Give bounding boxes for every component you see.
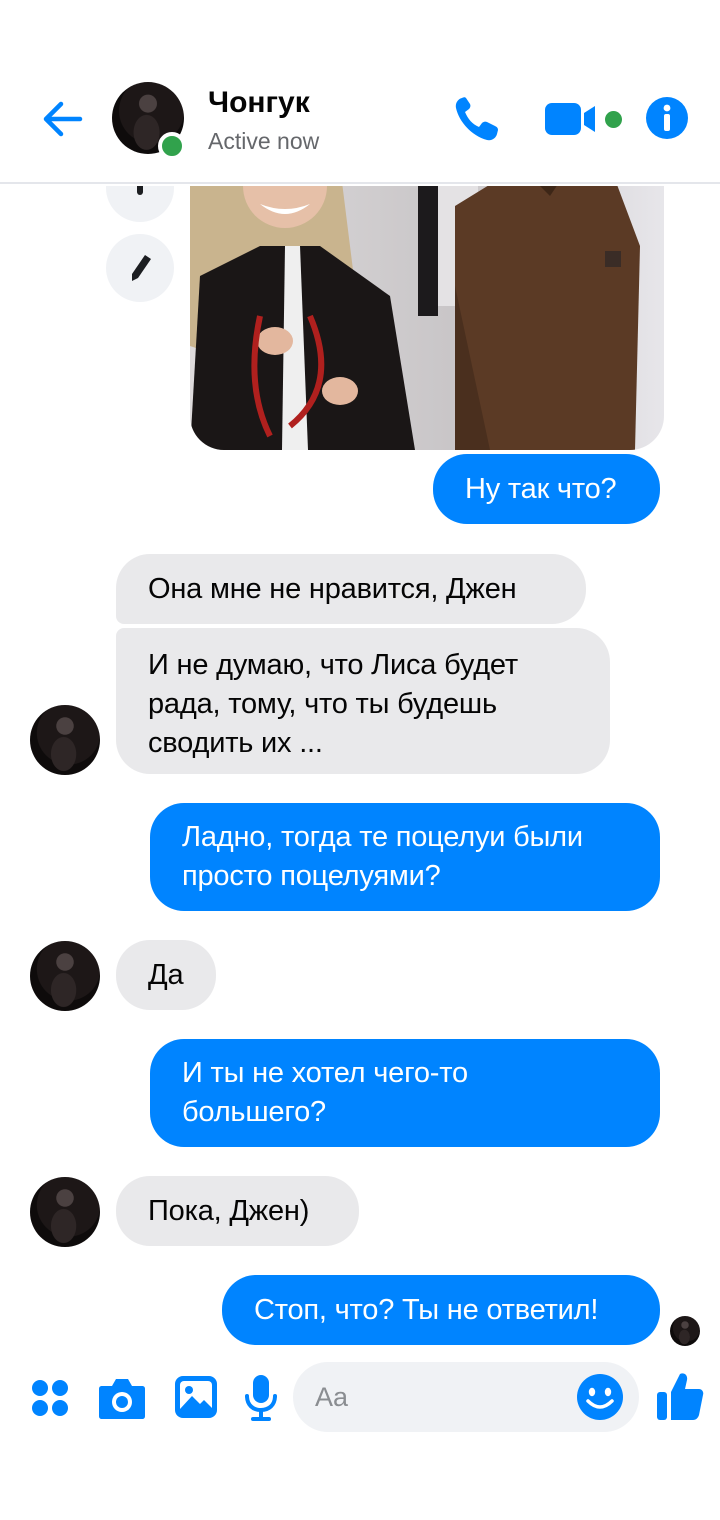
system-navigation-bar (0, 1450, 720, 1520)
edit-button[interactable] (106, 234, 174, 302)
contact-name[interactable]: Чонгук (208, 86, 310, 120)
message-incoming[interactable]: Да (116, 940, 216, 1010)
phone-icon[interactable] (452, 94, 500, 144)
message-line: рада, тому, что ты будешь (148, 688, 497, 720)
shared-photo[interactable] (190, 186, 664, 450)
contact-status: Active now (208, 128, 320, 154)
video-camera-icon[interactable] (544, 100, 602, 138)
message-input[interactable] (315, 1362, 565, 1432)
message-line: Ладно, тогда те поцелуи были (182, 821, 583, 853)
message-text: Она мне не нравится, Джен (148, 572, 517, 605)
info-icon[interactable] (645, 96, 689, 140)
contact-avatar-small[interactable] (30, 1177, 100, 1247)
message-line: просто поцелуями? (182, 860, 441, 892)
video-active-dot (605, 111, 622, 128)
message-outgoing[interactable]: Стоп, что? Ты не ответил! (222, 1275, 660, 1345)
message-line: большего? (182, 1096, 326, 1128)
camera-icon[interactable] (98, 1376, 146, 1420)
reaction-button[interactable] (106, 186, 174, 222)
message-line: И ты не хотел чего-то (182, 1057, 468, 1089)
message-incoming[interactable]: Она мне не нравится, Джен (116, 554, 586, 624)
message-text: Стоп, что? Ты не ответил! (254, 1293, 599, 1326)
back-arrow-icon[interactable] (40, 96, 86, 142)
contact-avatar-small[interactable] (30, 941, 100, 1011)
contact-avatar-small[interactable] (30, 705, 100, 775)
message-text: Ладно, тогда те поцелуи были просто поце… (182, 818, 583, 896)
gallery-icon[interactable] (174, 1374, 218, 1420)
seen-indicator-avatar (670, 1316, 700, 1346)
message-line: И не думаю, что Лиса будет (148, 649, 518, 681)
microphone-icon[interactable] (244, 1374, 278, 1422)
message-outgoing[interactable]: Ладно, тогда те поцелуи были просто поце… (150, 803, 660, 911)
message-text: Пока, Джен) (148, 1194, 310, 1227)
apps-icon[interactable] (30, 1378, 70, 1418)
message-text: И ты не хотел чего-то большего? (182, 1054, 468, 1132)
message-outgoing[interactable]: Ну так что? (433, 454, 660, 524)
message-list[interactable]: Ну так что? Она мне не нравится, Джен И … (0, 186, 720, 1350)
emoji-icon[interactable] (576, 1373, 624, 1421)
message-text: Ну так что? (465, 472, 617, 505)
message-incoming[interactable]: И не думаю, что Лиса будет рада, тому, ч… (116, 628, 610, 774)
message-input-container (293, 1362, 639, 1432)
message-outgoing[interactable]: И ты не хотел чего-то большего? (150, 1039, 660, 1147)
online-indicator (158, 132, 186, 160)
message-composer (0, 1350, 720, 1450)
pencil-icon (132, 255, 151, 281)
conversation-header: Чонгук Active now (0, 0, 720, 184)
message-incoming[interactable]: Пока, Джен) (116, 1176, 359, 1246)
message-text: Да (148, 958, 184, 991)
message-text: И не думаю, что Лиса будет рада, тому, ч… (148, 646, 518, 763)
thumbs-up-icon[interactable] (656, 1370, 704, 1422)
message-line: сводить их ... (148, 727, 323, 759)
